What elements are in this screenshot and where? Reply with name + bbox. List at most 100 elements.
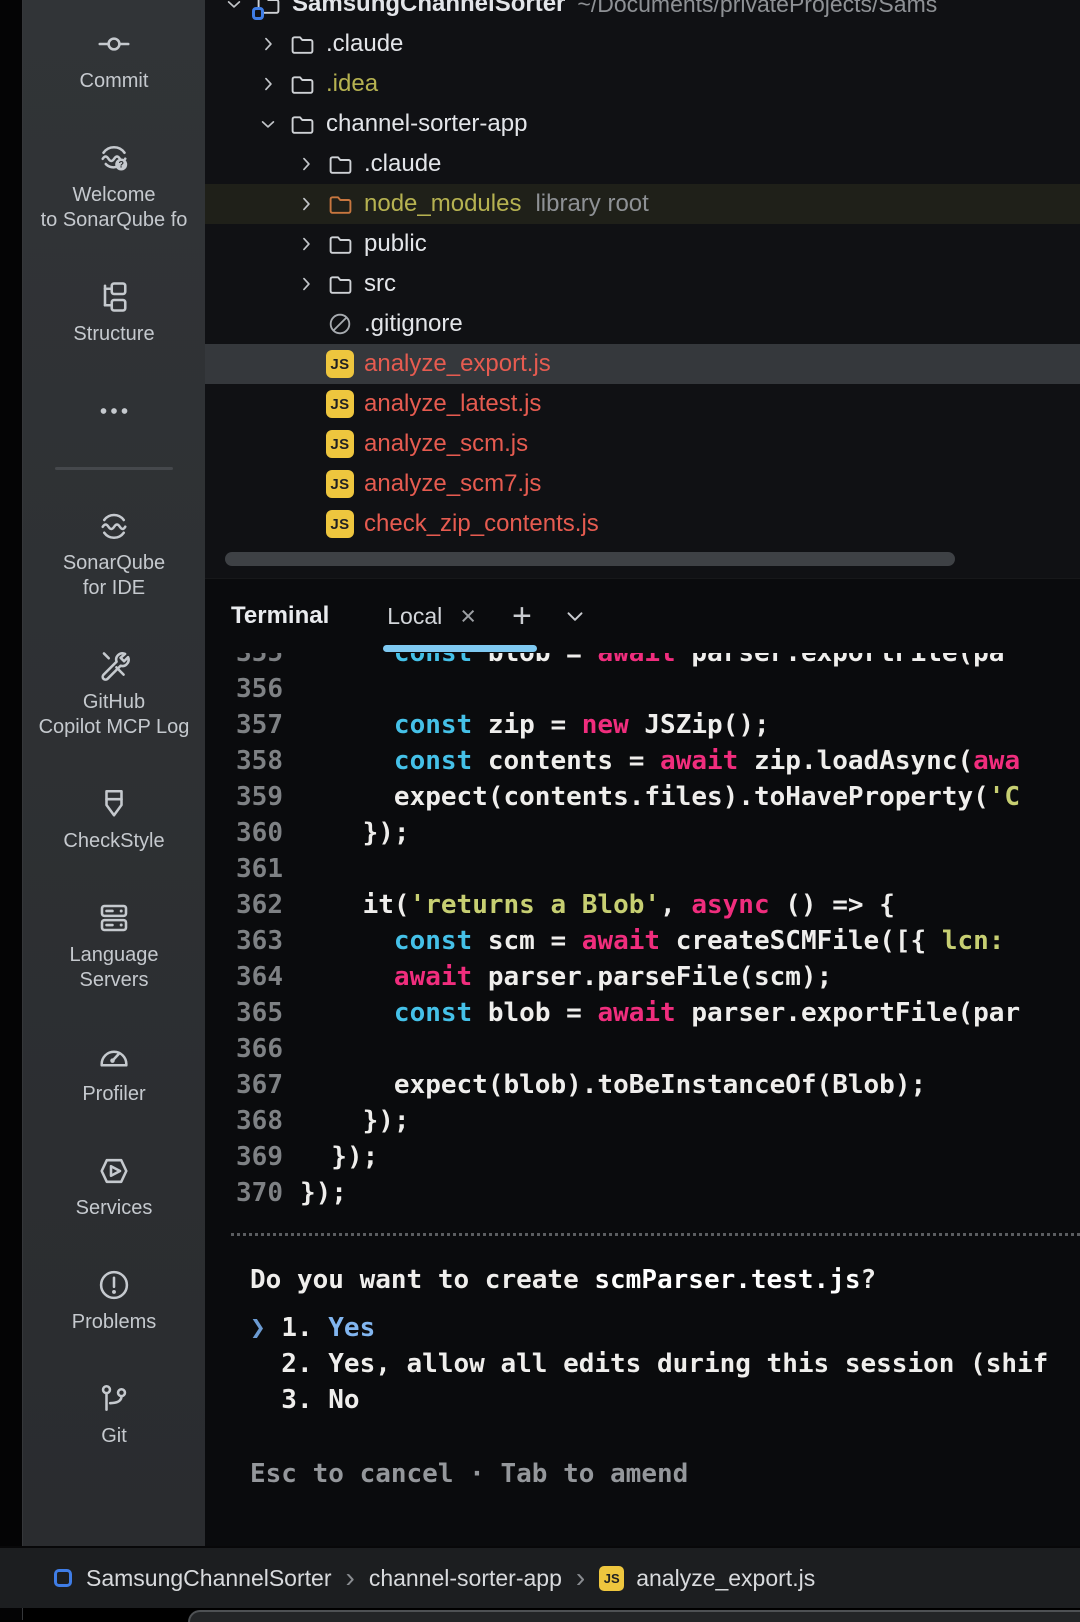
chevron-down-icon[interactable] <box>251 104 285 144</box>
project-badge-icon <box>252 7 264 20</box>
chevron-placeholder <box>289 504 323 544</box>
code-segment: await <box>660 746 738 776</box>
stripe-divider <box>55 467 173 470</box>
code-segment: }); <box>300 1178 347 1208</box>
close-tab-icon[interactable]: × <box>460 603 476 630</box>
folder-icon <box>323 264 357 304</box>
sidebar-item-problems[interactable]: Problems <box>72 1267 156 1335</box>
code-segment: const <box>394 926 472 956</box>
terminal-tab-local[interactable]: Local × <box>387 603 476 630</box>
project-tree-panel[interactable]: SamsungChannelSorter~/Documents/privateP… <box>205 0 1080 578</box>
tree-item-label: analyze_export.js <box>364 350 551 378</box>
chevron-right-icon[interactable] <box>251 64 285 104</box>
tree-row[interactable]: JS analyze_export.js <box>205 344 1080 384</box>
code-segment: contents = <box>472 746 660 776</box>
breadcrumb-folder[interactable]: channel-sorter-app <box>369 1565 562 1592</box>
code-segment <box>300 710 394 740</box>
sidebar-item-welcome[interactable]: ?Welcometo SonarQube fo <box>41 140 188 233</box>
sidebar-item-sonarqube[interactable]: SonarQubefor IDE <box>63 508 165 601</box>
breadcrumb-project[interactable]: SamsungChannelSorter <box>86 1565 331 1592</box>
tree-row[interactable]: SamsungChannelSorter~/Documents/privateP… <box>205 0 1080 24</box>
chevron-right-icon[interactable] <box>289 224 323 264</box>
chevron-right-icon[interactable] <box>289 144 323 184</box>
breadcrumb-file[interactable]: JS analyze_export.js <box>599 1565 815 1592</box>
prompt-option: 2. Yes, allow all edits during this sess… <box>250 1346 1080 1382</box>
breadcrumb-file-label: analyze_export.js <box>636 1565 815 1592</box>
tree-item-label: analyze_latest.js <box>364 390 541 418</box>
code-text: const scm = await createSCMFile([{ lcn: <box>283 923 1004 959</box>
tree-item-label: node_modules <box>364 190 521 218</box>
project-folder-icon <box>251 0 285 24</box>
commit-icon <box>96 26 132 62</box>
chevron-down-icon[interactable] <box>562 603 588 629</box>
prompt-question: Do you want to create scmParser.test.js? <box>205 1262 1080 1298</box>
terminal-line: 369 }); <box>205 1139 1080 1175</box>
chevron-right-icon[interactable] <box>251 24 285 64</box>
tree-row[interactable]: .idea <box>205 64 1080 104</box>
line-number: 363 <box>205 923 283 959</box>
code-segment <box>300 746 394 776</box>
terminal-line: 356 <box>205 671 1080 707</box>
tree-item-label: analyze_scm.js <box>364 430 528 458</box>
code-segment: const <box>394 746 472 776</box>
breadcrumb-separator-icon: › <box>576 1562 585 1594</box>
tree-row[interactable]: src <box>205 264 1080 304</box>
tree-row[interactable]: node_moduleslibrary root <box>205 184 1080 224</box>
js-file-icon: JS <box>326 350 354 378</box>
new-terminal-tab-button[interactable]: + <box>512 599 532 633</box>
js-file-icon: JS <box>326 470 354 498</box>
sidebar-item-label: GitHubCopilot MCP Log <box>39 690 190 740</box>
terminal-line: 364 await parser.parseFile(scm); <box>205 959 1080 995</box>
sidebar-item-git[interactable]: Git <box>96 1381 132 1449</box>
chevron-placeholder <box>289 424 323 464</box>
tree-row[interactable]: channel-sorter-app <box>205 104 1080 144</box>
code-segment: expect(blob).toBeInstanceOf(Blob); <box>300 1070 926 1100</box>
sidebar-item-github[interactable]: GitHubCopilot MCP Log <box>39 647 190 740</box>
code-segment: const <box>394 998 472 1028</box>
chevron-down-icon[interactable] <box>217 0 251 24</box>
tree-row[interactable]: public <box>205 224 1080 264</box>
tree-row[interactable]: .gitignore <box>205 304 1080 344</box>
active-tab-underline <box>383 645 537 652</box>
code-text <box>283 671 300 707</box>
tree-row[interactable]: .claude <box>205 24 1080 64</box>
sidebar-item-label: LanguageServers <box>70 943 159 993</box>
tree-row[interactable]: JScheck_zip_contents.js <box>205 504 1080 544</box>
line-number: 362 <box>205 887 283 923</box>
tree-row[interactable]: JSanalyze_latest.js <box>205 384 1080 424</box>
chevron-placeholder <box>289 464 323 504</box>
chevron-right-icon[interactable] <box>289 184 323 224</box>
tree-row[interactable]: .claude <box>205 144 1080 184</box>
sidebar-item-commit[interactable]: Commit <box>80 26 149 94</box>
language-servers-icon <box>96 900 132 936</box>
code-segment <box>300 998 394 1028</box>
line-number: 356 <box>205 671 283 707</box>
excluded-folder-icon <box>323 184 357 224</box>
chevron-right-icon[interactable] <box>289 264 323 304</box>
sidebar-item-label: Profiler <box>82 1082 145 1107</box>
sidebar-item-services[interactable]: Services <box>76 1153 153 1221</box>
sidebar-item-more[interactable] <box>96 393 132 429</box>
terminal-line: 368 }); <box>205 1103 1080 1139</box>
code-text: expect(contents.files).toHaveProperty('C <box>283 779 1020 815</box>
code-segment: JSZip(); <box>629 710 770 740</box>
folder-icon <box>323 224 357 264</box>
code-text <box>283 1031 300 1067</box>
terminal-output[interactable]: 355 const blob = await parser.exportFile… <box>205 653 1080 1547</box>
code-text: await parser.parseFile(scm); <box>283 959 832 995</box>
sidebar-item-structure[interactable]: Structure <box>73 279 154 347</box>
code-segment: 2. Yes, allow all edits during this sess… <box>250 1349 1048 1379</box>
sidebar-item-language[interactable]: LanguageServers <box>70 900 159 993</box>
sidebar-item-checkstyle[interactable]: CheckStyle <box>63 786 164 854</box>
tree-row[interactable]: JSanalyze_scm.js <box>205 424 1080 464</box>
terminal-tab-label: Local <box>387 603 442 630</box>
code-segment: 3. No <box>250 1385 360 1415</box>
line-number: 361 <box>205 851 283 887</box>
tree-horizontal-scrollbar[interactable] <box>225 552 955 566</box>
code-segment: createSCMFile([{ <box>660 926 942 956</box>
folder-icon <box>285 64 319 104</box>
sidebar-item-profiler[interactable]: Profiler <box>82 1039 145 1107</box>
tree-row[interactable]: JSanalyze_scm7.js <box>205 464 1080 504</box>
code-segment: const <box>394 710 472 740</box>
tree-item-label: .claude <box>326 30 403 58</box>
